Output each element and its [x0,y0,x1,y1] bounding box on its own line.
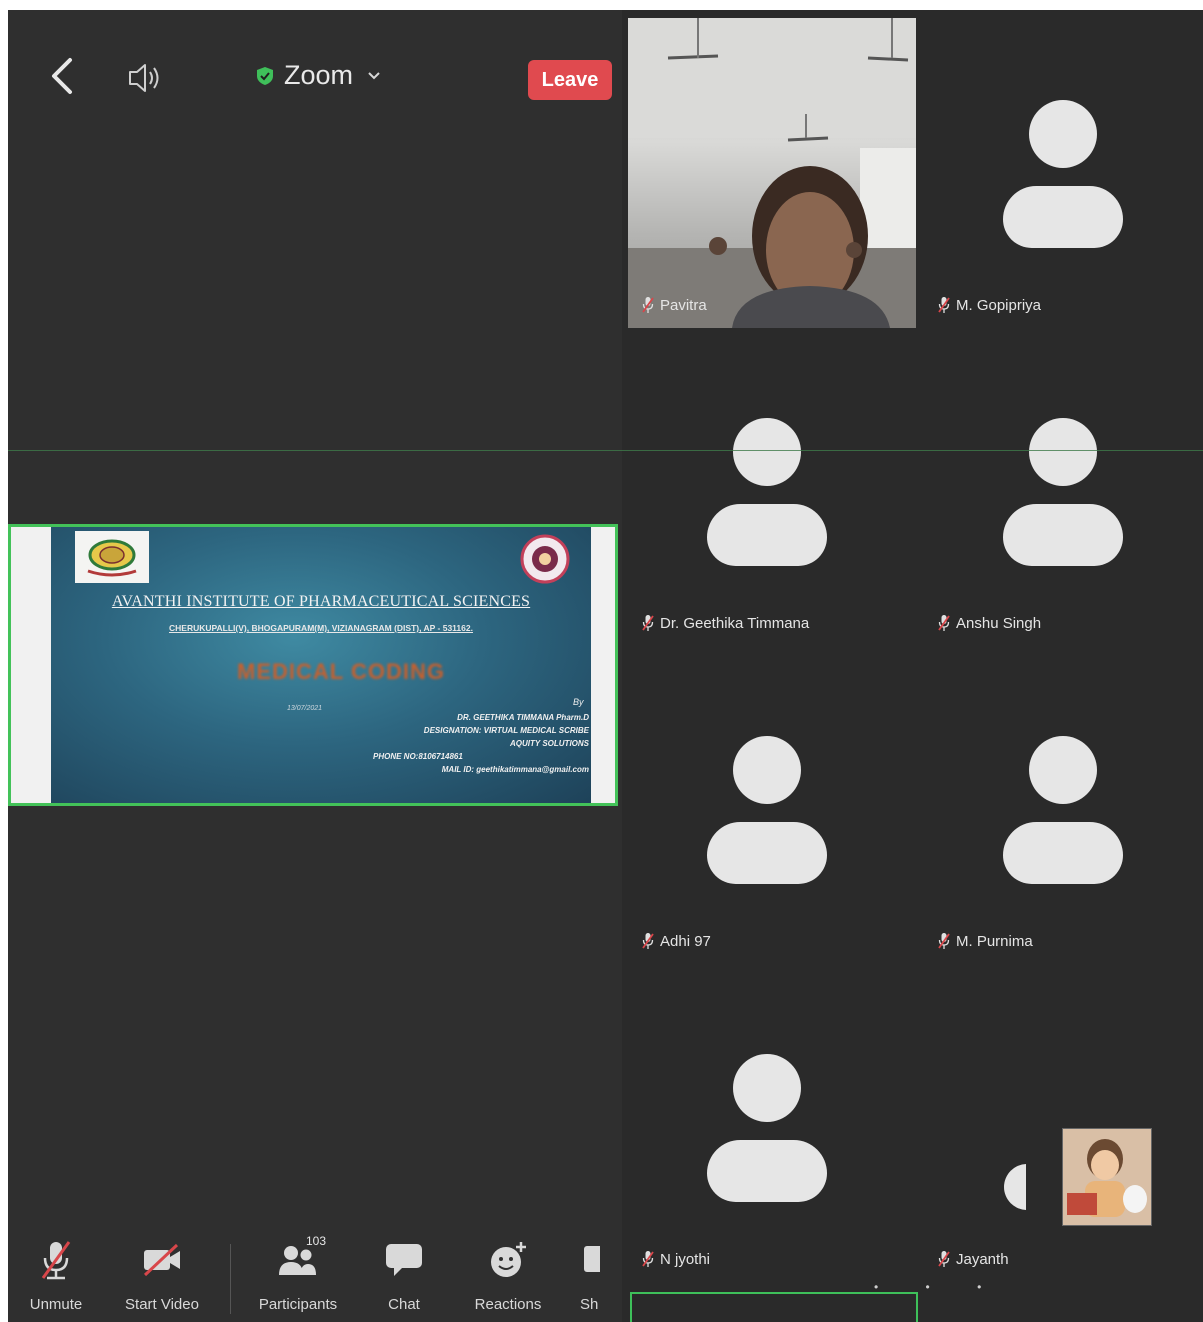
participant-name: M. Purnima [956,932,1033,950]
participant-name-tag: Adhi 97 [642,932,711,950]
slide-institute-title: AVANTHI INSTITUTE OF PHARMACEUTICAL SCIE… [111,593,531,610]
slide-topic: MEDICAL CODING [237,659,445,684]
participant-name-tag: Pavitra [642,296,707,314]
participant-tile[interactable]: M. Gopipriya [918,10,1203,328]
meeting-title-dropdown[interactable]: Zoom [256,60,381,91]
participant-name-tag: M. Purnima [938,932,1033,950]
chevron-left-icon [52,58,72,94]
microphone-muted-icon [938,933,950,949]
participant-name: Adhi 97 [660,932,711,950]
chat-button[interactable]: Chat [356,1240,452,1316]
participant-name: Jayanth [956,1250,1009,1268]
page-indicator-dots: • • • [874,1280,1004,1294]
participants-button[interactable]: 103 Participants [250,1234,346,1316]
microphone-muted-icon [938,1251,950,1267]
participant-name-tag: Jayanth [938,1250,1009,1268]
slide-by: By [573,697,584,707]
participants-icon [279,1246,316,1275]
slide-company: AQUITY SOLUTIONS [510,739,589,748]
leave-button[interactable]: Leave [528,60,612,100]
participant-tile[interactable]: Adhi 97 [622,646,912,964]
microphone-muted-icon [642,933,654,949]
participant-name: N jyothi [660,1250,711,1268]
chevron-down-icon [368,71,380,79]
avatar [1003,418,1123,568]
avatar [707,736,827,886]
profile-picture-thumbnail[interactable] [1062,1128,1152,1226]
meeting-toolbar: Unmute Start Video 103 Participants Chat… [8,1232,622,1322]
slide-designation: DESIGNATION: VIRTUAL MEDICAL SCRIBE [423,726,589,735]
share-label: Sh [580,1296,599,1313]
unmute-button[interactable]: Unmute [8,1240,104,1316]
back-button[interactable] [44,54,84,98]
slide-content: AVANTHI INSTITUTE OF PHARMACEUTICAL SCIE… [51,527,591,803]
chat-bubble-icon [386,1244,422,1276]
smiley-add-icon [491,1242,526,1277]
share-button[interactable]: Sh [570,1240,622,1316]
slide-presenter: DR. GEETHIKA TIMMANA Pharm.D [457,713,589,722]
microphone-muted-icon [938,297,950,313]
participant-name-tag: Dr. Geethika Timmana [642,614,809,632]
start-video-label: Start Video [125,1296,199,1313]
shield-icon [257,66,273,85]
microphone-muted-icon [642,297,654,313]
share-screen-icon [584,1246,600,1272]
participant-name: M. Gopipriya [956,296,1042,314]
participants-label: Participants [258,1296,338,1313]
divider-line [8,450,1203,451]
participant-name: Pavitra [660,296,707,314]
institute-logo [75,531,149,583]
speaker-icon [129,64,159,92]
active-speaker-highlight [630,1292,918,1322]
shared-screen-pane: Zoom Leave AVANTHI INSTITUTE OF PHARMACE… [8,10,622,1322]
reactions-label: Reactions [474,1296,542,1313]
participant-count-badge: 103 [306,1234,327,1248]
participant-tile[interactable]: Jayanth [918,964,1203,1282]
start-video-button[interactable]: Start Video [114,1240,210,1316]
microphone-muted-icon [938,615,950,631]
participant-name-tag: N jyothi [642,1250,710,1268]
video-off-icon [143,1243,180,1277]
participant-video [628,18,916,328]
avatar [1003,100,1123,250]
microphone-muted-icon [41,1241,71,1280]
participant-name-tag: Anshu Singh [938,614,1041,632]
meeting-title: Zoom [284,60,354,90]
participant-tile[interactable]: M. Purnima [918,646,1203,964]
avatar [1004,1164,1026,1210]
participant-tile[interactable]: Dr. Geethika Timmana [622,328,912,646]
participant-tile[interactable]: N jyothi [622,964,912,1282]
participant-name-tag: M. Gopipriya [938,296,1041,314]
top-bar: Zoom Leave [8,10,622,140]
participant-tile[interactable]: Anshu Singh [918,328,1203,646]
avatar [1003,736,1123,886]
unmute-label: Unmute [29,1296,83,1313]
microphone-muted-icon [642,1251,654,1267]
shared-slide[interactable]: AVANTHI INSTITUTE OF PHARMACEUTICAL SCIE… [8,524,618,806]
zoom-meeting-window: Zoom Leave AVANTHI INSTITUTE OF PHARMACE… [8,10,1203,1322]
slide-mail: MAIL ID: geethikatimmana@gmail.com [441,765,589,774]
audio-speaker-button[interactable] [126,60,166,96]
chat-label: Chat [388,1296,420,1313]
avatar [707,1054,827,1204]
reactions-button[interactable]: Reactions [460,1240,556,1316]
slide-date: 13/07/2021 [287,705,323,712]
slide-phone: PHONE NO:8106714861 [373,752,463,761]
participant-name: Anshu Singh [956,614,1042,632]
microphone-muted-icon [642,615,654,631]
slide-credits: DR. GEETHIKA TIMMANA Pharm.D DESIGNATION… [363,711,589,776]
college-seal-logo [517,533,573,585]
participant-video-grid: Pavitra M. Gopipriya Dr. Geethika Timman… [622,10,1203,1322]
slide-address: CHERUKUPALLI(V), BHOGAPURAM(M), VIZIANAG… [169,623,473,633]
participant-name: Dr. Geethika Timmana [660,614,810,632]
avatar [707,418,827,568]
toolbar-divider [230,1244,231,1314]
participant-tile[interactable]: Pavitra [622,10,916,328]
